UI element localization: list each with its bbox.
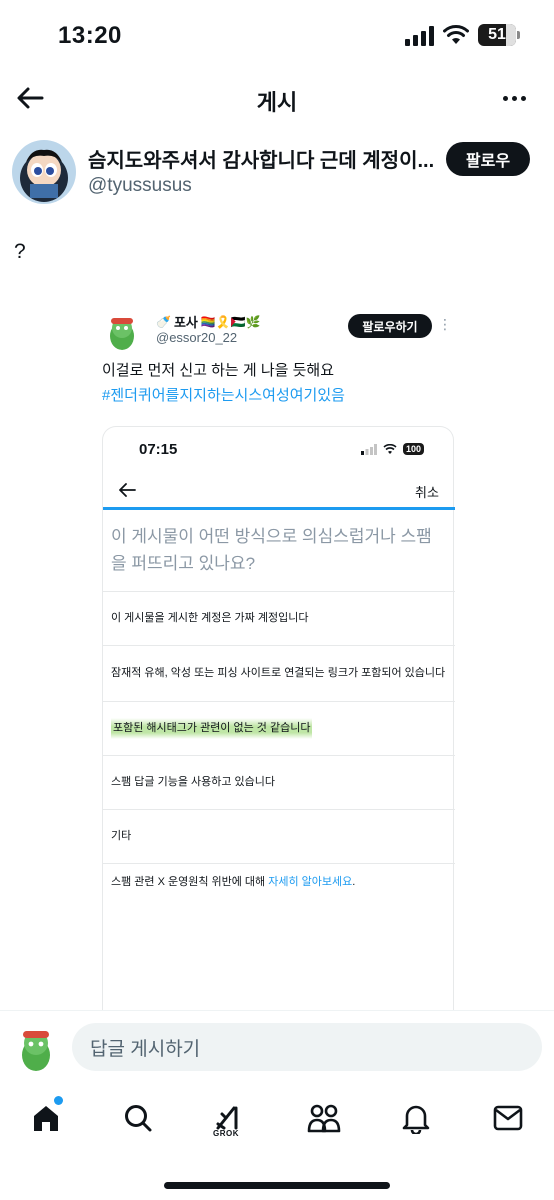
embedded-name-text: 포사: [173, 315, 198, 330]
more-dot-icon: [520, 95, 526, 101]
cellular-signal-icon: [405, 26, 434, 46]
screenshot-status-icons: 100: [361, 443, 425, 455]
embedded-handle: @essor20_22: [156, 330, 238, 345]
divider: [103, 863, 455, 864]
cellular-signal-icon: [361, 443, 377, 455]
battery-icon: 51: [478, 24, 520, 46]
embedded-more-icon: ⋮: [438, 316, 452, 332]
home-icon: [34, 1106, 58, 1131]
grok-icon: [216, 1106, 238, 1130]
progress-line: [103, 507, 455, 510]
tab-notifications[interactable]: [396, 1098, 436, 1138]
report-option: 기타: [103, 809, 455, 863]
embedded-avatar: [102, 310, 142, 350]
screenshot-battery: 100: [403, 443, 425, 455]
attached-image[interactable]: 🍼 포사 🏳️‍🌈🎗️🇵🇸🌿 @essor20_22 팔로우하기 ⋮ 이걸로 먼…: [94, 308, 462, 1010]
tab-search[interactable]: [118, 1098, 158, 1138]
post-author: 슴지도와주셔서 감사합니다 근데 계정이... @tyussusus 팔로우: [0, 136, 554, 216]
report-option-label: 포함된 해시태그가 관련이 없는 것 같습니다: [111, 718, 313, 739]
wifi-icon: [383, 443, 397, 454]
report-option: 잠재적 유해, 악성 또는 피싱 사이트로 연결되는 링크가 포함되어 있습니다: [103, 645, 455, 701]
home-indicator: [164, 1182, 390, 1189]
screenshot-time: 07:15: [139, 441, 178, 458]
mail-icon: [493, 1105, 523, 1131]
search-icon: [125, 1105, 152, 1132]
author-avatar[interactable]: [12, 140, 76, 204]
footer-link: 자세히 알아보세요: [268, 876, 353, 888]
report-option-label: 기타: [111, 830, 132, 842]
author-name[interactable]: 슴지도와주셔서 감사합니다 근데 계정이...: [88, 144, 438, 173]
reply-bar: 답글 게시하기: [0, 1010, 554, 1084]
embedded-hashtag: #젠더퀴어를지지하는시스여성여기있음: [102, 387, 345, 404]
report-option: 스팸 답글 기능을 사용하고 있습니다: [103, 755, 455, 809]
bell-icon: [402, 1105, 430, 1134]
tab-messages[interactable]: [488, 1098, 528, 1138]
notification-dot: [54, 1096, 63, 1105]
footer-text: 스팸 관련 X 운영원칙 위반에 대해: [111, 876, 269, 888]
post-text: ?: [14, 240, 26, 263]
more-dot-icon: [511, 95, 517, 101]
more-options-button[interactable]: [496, 82, 532, 114]
tab-communities[interactable]: [304, 1098, 344, 1138]
embedded-name: 🍼 포사 🏳️‍🌈🎗️🇵🇸🌿: [156, 312, 261, 331]
report-screenshot: 07:15 100 취소 이 게시물이 어떤 방식으로 의심스럽거나 스팸을 퍼…: [102, 426, 455, 1010]
my-avatar: [12, 1023, 60, 1071]
follow-button[interactable]: 팔로우: [446, 142, 530, 176]
page-title: 게시: [256, 90, 298, 115]
status-bar: 13:20 51: [0, 0, 554, 70]
reply-input[interactable]: 답글 게시하기: [72, 1023, 542, 1071]
more-dot-icon: [502, 95, 508, 101]
report-option-label: 이 게시물을 게시한 계정은 가짜 계정입니다: [111, 612, 309, 624]
baby-bottle-icon: 🍼: [156, 314, 171, 329]
embedded-body: 이걸로 먼저 신고 하는 게 나을 듯해요: [102, 362, 335, 379]
screenshot-cancel: 취소: [415, 485, 439, 500]
back-arrow-icon: [119, 483, 136, 497]
author-handle[interactable]: @tyussusus: [88, 175, 192, 197]
status-time: 13:20: [58, 22, 122, 49]
battery-level: 51: [488, 26, 506, 43]
report-option-highlighted: 포함된 해시태그가 관련이 없는 것 같습니다: [103, 701, 455, 755]
report-option: 이 게시물을 게시한 계정은 가짜 계정입니다: [103, 591, 455, 645]
report-option-label: 스팸 답글 기능을 사용하고 있습니다: [111, 776, 276, 788]
footer-end: .: [352, 876, 356, 888]
report-footer: 스팸 관련 X 운영원칙 위반에 대해 자세히 알아보세요.: [111, 873, 355, 889]
grok-label: GROK: [213, 1129, 239, 1138]
report-option-label: 잠재적 유해, 악성 또는 피싱 사이트로 연결되는 링크가 포함되어 있습니다: [111, 667, 446, 679]
communities-icon: [307, 1104, 341, 1133]
embedded-text: 이걸로 먼저 신고 하는 게 나을 듯해요 #젠더퀴어를지지하는시스여성여기있음: [102, 358, 452, 408]
report-question: 이 게시물이 어떤 방식으로 의심스럽거나 스팸을 퍼뜨리고 있나요?: [111, 527, 432, 573]
wifi-icon: [443, 25, 469, 44]
name-emojis: 🏳️‍🌈🎗️🇵🇸🌿: [200, 314, 261, 329]
top-nav: 게시: [0, 70, 554, 126]
embedded-follow-button: 팔로우하기: [348, 314, 432, 338]
